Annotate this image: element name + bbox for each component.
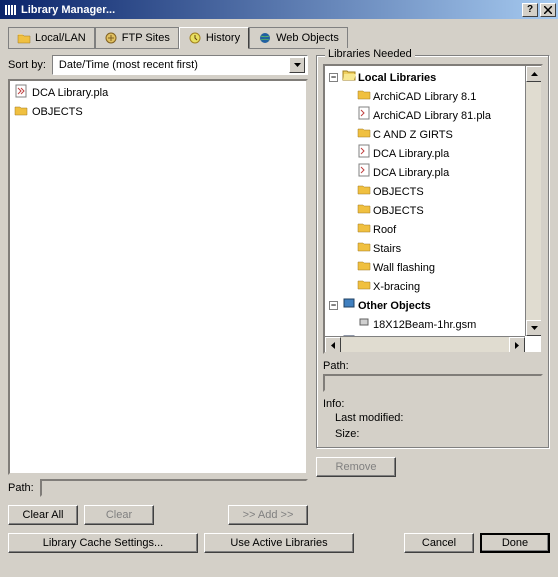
tree-item[interactable]: OBJECTS [327, 201, 521, 220]
tab-ftp-sites[interactable]: FTP Sites [95, 27, 179, 49]
history-list[interactable]: DCA Library.pla OBJECTS [8, 79, 308, 475]
tree-item[interactable]: C AND Z GIRTS [327, 125, 521, 144]
scroll-right-icon[interactable] [509, 337, 525, 353]
tree-label: DCA Library.pla [373, 165, 449, 181]
tree-label: Other Objects [358, 298, 431, 314]
tree-node-other[interactable]: − Other Objects [327, 296, 521, 315]
folder-icon [357, 220, 371, 239]
tree-item[interactable]: X-bracing [327, 277, 521, 296]
titlebar: Library Manager... ? [0, 0, 558, 19]
tree-label: OBJECTS [373, 184, 424, 200]
collapse-icon[interactable]: − [329, 301, 338, 310]
scroll-left-icon[interactable] [325, 337, 341, 353]
right-path-label: Path: [323, 360, 543, 372]
chevron-down-icon [289, 57, 305, 73]
folder-icon [14, 103, 28, 120]
history-icon [188, 31, 202, 45]
tab-label: History [206, 32, 240, 44]
tree-label: Roof [373, 222, 396, 238]
scrollbar-vertical[interactable] [525, 66, 541, 336]
add-button[interactable]: >> Add >> [228, 505, 308, 525]
folder-icon [357, 87, 371, 106]
tree-item[interactable]: DCA Library.pla [327, 163, 521, 182]
clear-button[interactable]: Clear [84, 505, 154, 525]
tree-node-local[interactable]: − Local Libraries [327, 68, 521, 87]
tree-label: C AND Z GIRTS [373, 127, 453, 143]
folder-icon [357, 277, 371, 296]
sort-select[interactable]: Date/Time (most recent first) [52, 55, 308, 75]
help-button[interactable]: ? [522, 3, 538, 17]
objects-icon [342, 296, 356, 315]
globe-icon [258, 31, 272, 45]
folder-icon [357, 239, 371, 258]
pla-file-icon [357, 144, 371, 163]
tab-web-objects[interactable]: Web Objects [249, 27, 348, 49]
path-label: Path: [8, 482, 34, 494]
folder-icon [357, 201, 371, 220]
scroll-down-icon[interactable] [526, 320, 542, 336]
tree-label: ArchiCAD Library 81.pla [373, 108, 491, 124]
collapse-icon[interactable]: − [329, 73, 338, 82]
tree-item[interactable]: Wall flashing [327, 258, 521, 277]
tab-local-lan[interactable]: Local/LAN [8, 27, 95, 49]
app-icon [2, 2, 18, 18]
gsm-file-icon [357, 315, 371, 334]
folder-icon [17, 31, 31, 45]
tab-label: FTP Sites [122, 32, 170, 44]
list-item-label: OBJECTS [32, 106, 83, 118]
right-path-field [323, 374, 543, 392]
pla-file-icon [357, 163, 371, 182]
folder-icon [357, 182, 371, 201]
tree-label: DCA Library.pla [373, 146, 449, 162]
sort-value: Date/Time (most recent first) [55, 59, 289, 71]
tree-label: Wall flashing [373, 260, 435, 276]
tree-item[interactable]: Stairs [327, 239, 521, 258]
tree-item[interactable]: Roof [327, 220, 521, 239]
size-label: Size: [323, 426, 543, 442]
list-item[interactable]: OBJECTS [12, 102, 304, 121]
tree-item[interactable]: ArchiCAD Library 8.1 [327, 87, 521, 106]
tree-label: ArchiCAD Library 8.1 [373, 89, 476, 105]
pla-file-icon [14, 84, 28, 101]
tree-item[interactable]: ArchiCAD Library 81.pla [327, 106, 521, 125]
folder-icon [357, 258, 371, 277]
tree-node-builtin[interactable]: + Built-in Libraries [327, 353, 521, 354]
tab-label: Local/LAN [35, 32, 86, 44]
pla-file-icon [357, 106, 371, 125]
cache-settings-button[interactable]: Library Cache Settings... [8, 533, 198, 553]
ftp-icon [104, 31, 118, 45]
cancel-button[interactable]: Cancel [404, 533, 474, 553]
tree-label: X-bracing [373, 279, 420, 295]
window-title: Library Manager... [21, 4, 522, 16]
clear-all-button[interactable]: Clear All [8, 505, 78, 525]
folder-icon [357, 125, 371, 144]
libraries-needed-group: Libraries Needed − Local Libraries Archi… [316, 55, 550, 449]
use-active-button[interactable]: Use Active Libraries [204, 533, 354, 553]
library-icon [342, 353, 356, 354]
tree-item[interactable]: OBJECTS [327, 182, 521, 201]
tree-label: Stairs [373, 241, 401, 257]
tree-item[interactable]: 18X12Beam-1hr.gsm [327, 315, 521, 334]
folder-open-icon [342, 68, 356, 87]
tab-history[interactable]: History [179, 27, 249, 49]
tree-item[interactable]: DCA Library.pla [327, 144, 521, 163]
tree-label: 18X12Beam-1hr.gsm [373, 317, 476, 333]
tab-label: Web Objects [276, 32, 339, 44]
info-label: Info: [323, 398, 543, 410]
done-button[interactable]: Done [480, 533, 550, 553]
tree-label: Local Libraries [358, 70, 436, 86]
last-modified-label: Last modified: [323, 410, 543, 426]
path-field [40, 479, 308, 497]
list-item[interactable]: DCA Library.pla [12, 83, 304, 102]
remove-button[interactable]: Remove [316, 457, 396, 477]
sort-label: Sort by: [8, 59, 46, 71]
scroll-up-icon[interactable] [526, 66, 542, 82]
tree-label: OBJECTS [373, 203, 424, 219]
group-legend: Libraries Needed [325, 48, 415, 60]
list-item-label: DCA Library.pla [32, 87, 108, 99]
libraries-tree[interactable]: − Local Libraries ArchiCAD Library 8.1 A… [323, 64, 543, 354]
close-button[interactable] [540, 3, 556, 17]
scrollbar-horizontal[interactable] [325, 336, 525, 352]
tab-bar: Local/LAN FTP Sites History Web Objects [8, 27, 550, 49]
